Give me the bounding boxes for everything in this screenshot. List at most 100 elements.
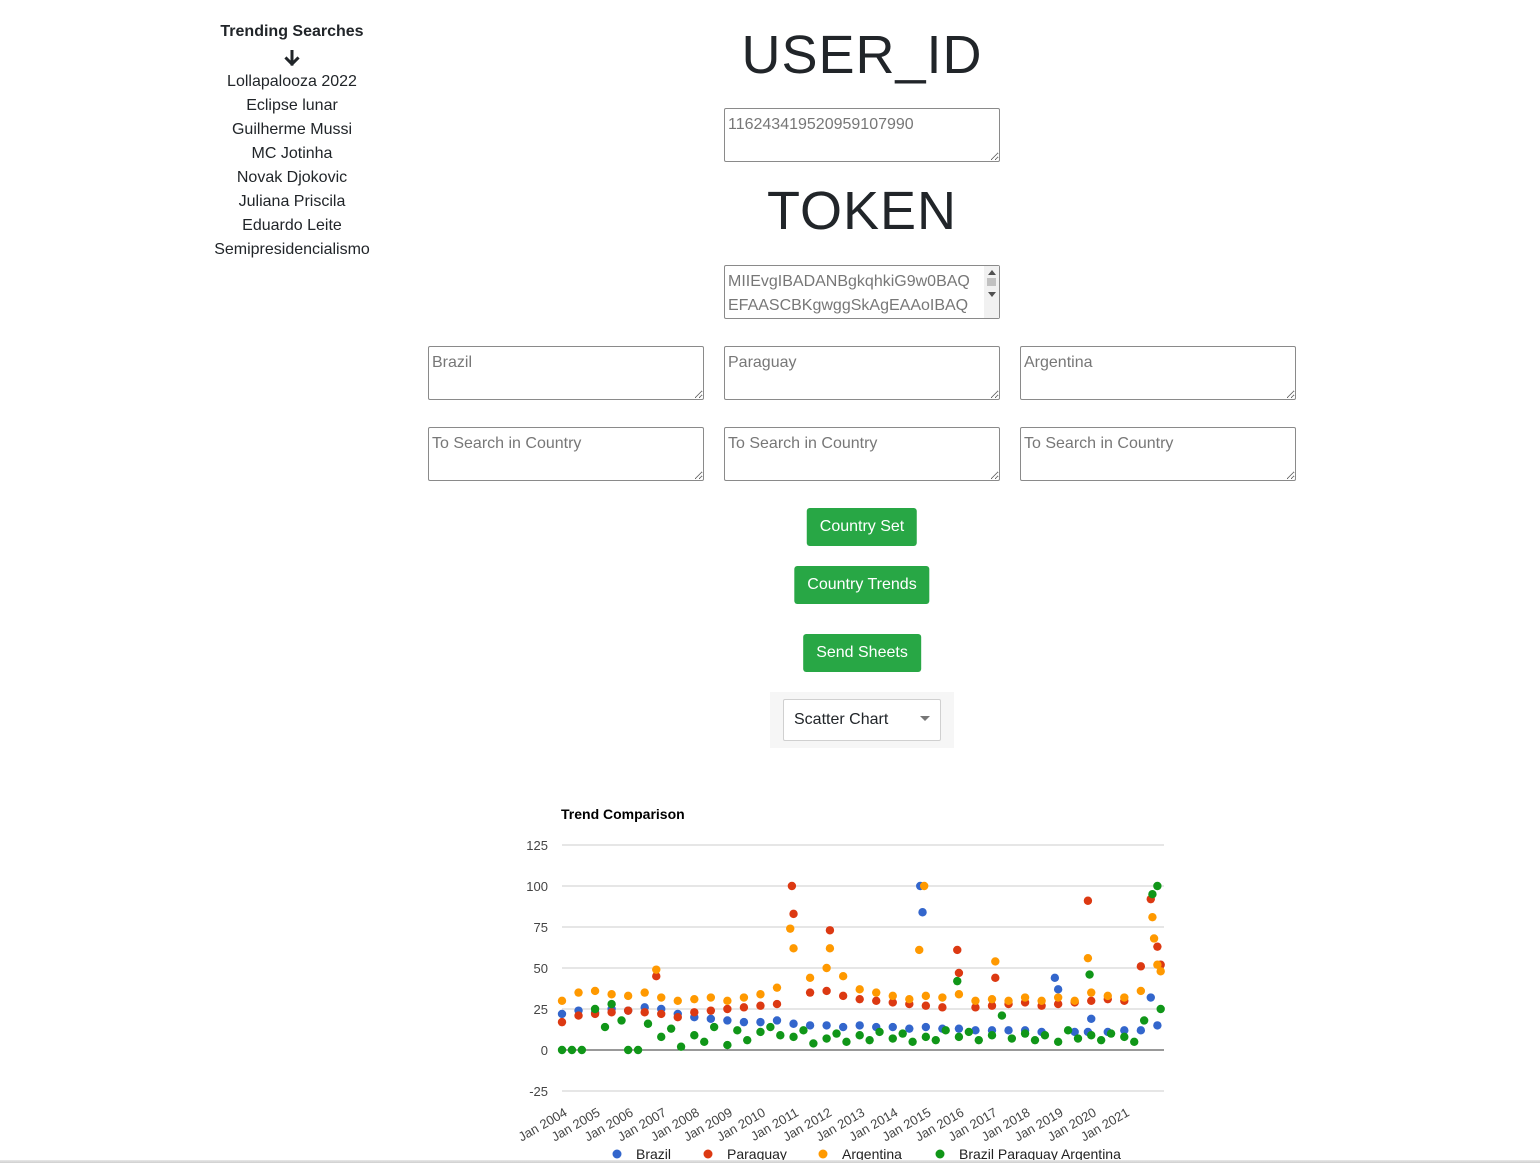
data-point [888,1022,897,1032]
data-point [1070,996,1079,1005]
legend-label: Brazil [636,1146,671,1160]
trend-item[interactable]: Guilherme Mussi [190,118,394,142]
scroll-thumb[interactable] [987,278,996,286]
data-point [974,1035,983,1045]
trend-item[interactable]: MC Jotinha [190,142,394,166]
data-point [832,1029,841,1038]
data-point [574,988,583,997]
data-point [1037,996,1046,1005]
data-point [1040,1031,1050,1040]
data-point [997,1011,1007,1020]
trend-item[interactable]: Juliana Priscila [190,190,394,214]
data-point [838,1022,848,1032]
data-point [706,1006,716,1015]
trend-item[interactable]: Semipresidencialismo [190,238,394,262]
country-field-2[interactable] [724,346,1000,400]
country-field-1[interactable] [428,346,704,400]
data-point [987,994,997,1004]
legend-label: Brazil Paraguay Argentina [959,1146,1121,1160]
data-point [825,926,835,935]
data-point [1020,1029,1030,1038]
y-tick-label: 100 [526,879,548,894]
data-point [590,986,600,996]
data-point [1153,942,1162,951]
data-point [766,1022,775,1032]
data-point [898,1029,907,1038]
data-point [756,990,765,999]
data-point [1083,896,1093,905]
data-point [557,1045,567,1055]
scroll-up-icon[interactable] [987,270,996,275]
country-field-3[interactable] [1020,346,1296,400]
token-field[interactable] [724,265,1000,319]
data-point [805,973,815,983]
y-tick-label: 0 [541,1043,548,1058]
data-point [931,1035,940,1045]
chart-gridlines [562,844,1164,1092]
data-point [1146,993,1155,1002]
trend-item[interactable]: Novak Djokovic [190,166,394,190]
data-point [643,1019,653,1028]
legend-label: Argentina [842,1146,902,1160]
data-point [623,1006,633,1015]
data-point [574,1011,583,1020]
data-point [733,1026,742,1035]
search-field-2[interactable] [724,427,1000,481]
data-point [590,1004,600,1014]
chart-type-select[interactable]: Scatter Chart [783,699,941,741]
data-point [872,988,881,997]
data-point [921,991,931,1001]
data-point [1149,934,1159,943]
y-tick-label: 25 [534,1002,548,1017]
data-point [557,1009,567,1019]
data-point [787,881,797,891]
data-point [1136,962,1146,971]
data-point [690,1008,699,1017]
caret-down-icon [920,716,930,721]
data-point [888,1034,897,1043]
data-point [1073,1034,1083,1043]
search-field-3[interactable] [1020,427,1296,481]
data-point [567,1045,577,1055]
data-point [838,991,848,1001]
legend-label: Paraguay [727,1146,787,1160]
country-set-button[interactable]: Country Set [806,508,918,546]
data-point [706,1014,716,1024]
data-point [673,996,682,1005]
trend-item[interactable]: Lollapalooza 2022 [190,70,394,94]
data-point [1053,993,1063,1002]
send-sheets-button[interactable]: Send Sheets [803,634,921,672]
data-point [657,1009,666,1019]
trend-item[interactable]: Eduardo Leite [190,214,394,238]
data-point [838,972,848,981]
data-point [676,1042,686,1051]
data-point [918,908,927,917]
country-trends-button[interactable]: Country Trends [794,566,930,604]
data-point [723,1004,732,1014]
data-point [739,1017,749,1027]
data-point [557,996,567,1005]
data-point [1087,1031,1096,1040]
data-point [709,1022,719,1032]
data-point [825,944,835,953]
data-point [1053,985,1063,994]
data-point [888,991,897,1001]
data-point [723,1016,732,1025]
data-point [822,1021,831,1030]
scroll-down-icon[interactable] [987,292,996,297]
data-point [756,1027,765,1037]
user-id-field[interactable] [724,108,1000,162]
data-point [617,1016,626,1025]
trend-item[interactable]: Eclipse lunar [190,94,394,118]
data-point [941,1026,950,1035]
y-tick-label: -25 [529,1084,548,1099]
data-point [706,993,716,1002]
sidebar-title: Trending Searches [220,23,364,40]
data-point [690,1031,699,1040]
chart-type-value: Scatter Chart [794,711,889,728]
data-point [657,993,666,1002]
token-scrollbar[interactable] [984,266,999,318]
search-field-1[interactable] [428,427,704,481]
data-point [1120,993,1129,1002]
data-point [954,1032,964,1042]
